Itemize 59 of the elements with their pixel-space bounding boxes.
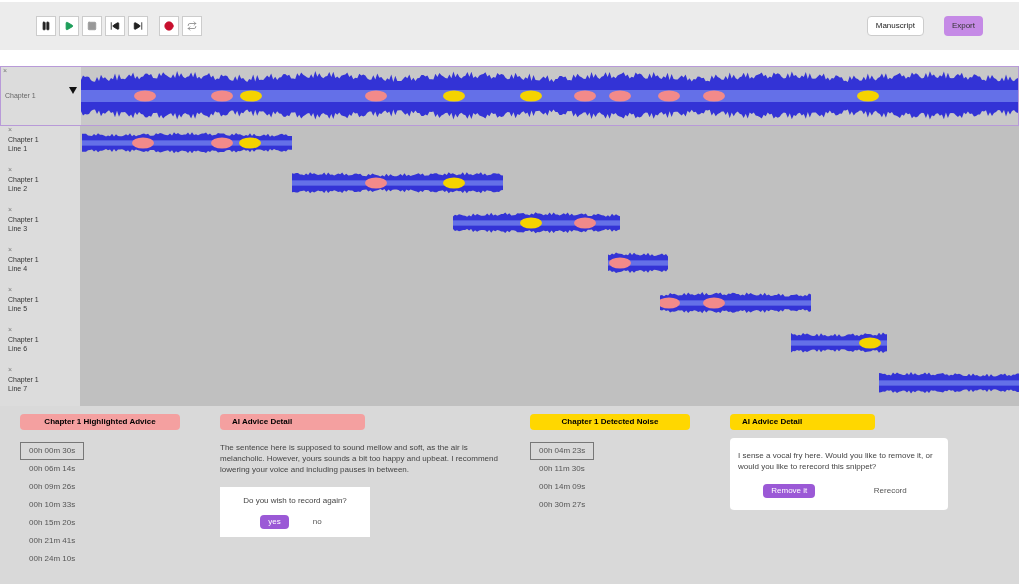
highlight-marker[interactable]	[520, 90, 542, 102]
timestamp-item[interactable]: 00h 14m 09s	[530, 478, 595, 496]
advice-text: The sentence here is supposed to sound mellow and soft, as the air is melancholic. However, yours sounds a bit too happy and upbeat. I recommend lowering your voice and including pauses in between.	[220, 442, 499, 475]
highlight-marker[interactable]	[211, 90, 233, 102]
list-heading: Chapter 1 Detected Noise	[530, 414, 690, 430]
timestamp-item[interactable]: 00h 06m 14s	[20, 460, 85, 478]
play-icon	[64, 21, 74, 31]
highlight-marker[interactable]	[134, 90, 156, 102]
pause-button[interactable]	[36, 16, 56, 36]
highlight-marker[interactable]	[443, 90, 465, 102]
loop-icon	[187, 21, 197, 31]
detail-heading: AI Advice Detail	[730, 414, 875, 430]
dialog-button[interactable]: Rerecord	[865, 484, 915, 498]
record-icon	[164, 21, 174, 31]
skip-forward-icon	[133, 21, 143, 31]
timestamp-item[interactable]: 00h 00m 30s	[20, 442, 85, 460]
highlight-marker[interactable]	[443, 177, 465, 189]
advice-text: I sense a vocal fry here. Would you like to remove it, or would you like to rerecord this snippet?	[738, 450, 934, 472]
toolbar-button[interactable]: Export	[943, 16, 983, 36]
caret-down-icon[interactable]	[69, 86, 77, 94]
skip-forward-button[interactable]	[128, 16, 148, 36]
highlight-marker[interactable]	[365, 177, 387, 189]
record-button[interactable]	[159, 16, 179, 36]
toolbar-button[interactable]: Manuscript	[866, 16, 924, 36]
timestamp-item[interactable]: 00h 21m 41s	[20, 532, 85, 550]
detail-heading: AI Advice Detail	[220, 414, 365, 430]
loop-button[interactable]	[182, 16, 202, 36]
list-heading: Chapter 1 Highlighted Advice	[20, 414, 180, 430]
skip-back-icon	[110, 21, 120, 31]
stop-icon	[87, 21, 97, 31]
highlight-marker[interactable]	[365, 90, 387, 102]
pause-icon	[41, 21, 51, 31]
timestamp-item[interactable]: 00h 24m 10s	[20, 550, 85, 568]
timestamp-item[interactable]: 00h 11m 30s	[530, 460, 594, 478]
highlight-marker[interactable]	[703, 90, 725, 102]
highlight-marker[interactable]	[211, 137, 233, 149]
highlight-marker[interactable]	[609, 257, 631, 269]
highlight-marker[interactable]	[857, 90, 879, 102]
highlight-marker[interactable]	[240, 90, 262, 102]
highlight-marker[interactable]	[520, 217, 542, 229]
dialog-button[interactable]: Remove it	[763, 484, 816, 498]
dialog-button[interactable]: no	[304, 515, 330, 529]
skip-back-button[interactable]	[105, 16, 125, 36]
highlight-marker[interactable]	[609, 90, 631, 102]
timestamp-item[interactable]: 00h 15m 20s	[20, 514, 85, 532]
timestamp-item[interactable]: 00h 04m 23s	[530, 442, 595, 460]
timestamp-item[interactable]: 00h 10m 33s	[20, 496, 85, 514]
highlight-marker[interactable]	[574, 90, 596, 102]
highlight-marker[interactable]	[574, 217, 596, 229]
highlight-marker[interactable]	[703, 297, 725, 309]
highlight-marker[interactable]	[239, 137, 261, 149]
highlight-marker[interactable]	[658, 90, 680, 102]
highlight-marker[interactable]	[859, 337, 881, 349]
dialog-question: Do you wish to record again?	[243, 495, 347, 507]
highlight-marker[interactable]	[660, 297, 680, 309]
highlight-marker[interactable]	[132, 137, 154, 149]
timestamp-item[interactable]: 00h 09m 26s	[20, 478, 85, 496]
timestamp-item[interactable]: 00h 30m 27s	[530, 496, 595, 514]
dialog-button[interactable]: yes	[260, 515, 289, 529]
